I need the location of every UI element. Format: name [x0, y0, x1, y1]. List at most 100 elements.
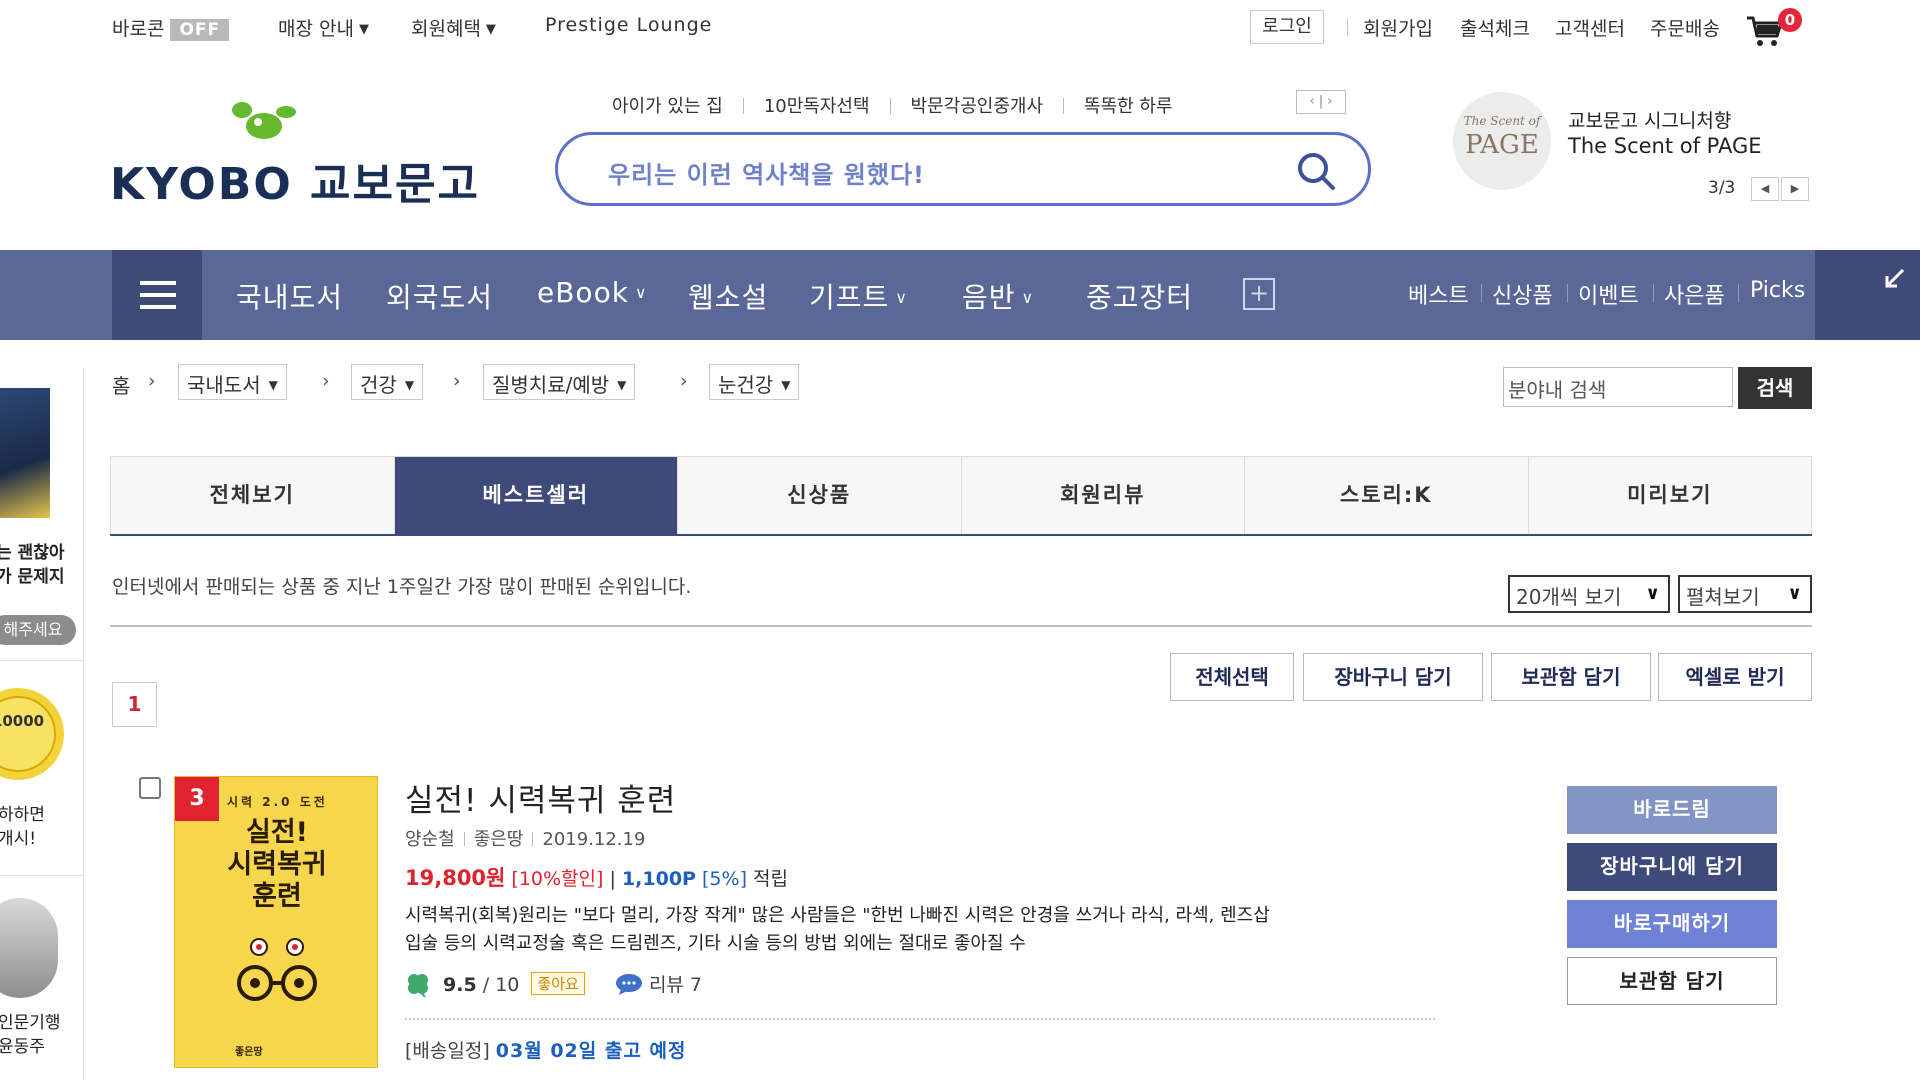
add-to-cart-bulk-button[interactable]: 장바구니 담기	[1303, 653, 1483, 701]
product-title[interactable]: 실전! 시력복귀 훈련	[405, 775, 676, 820]
buy-now-button[interactable]: 바로구매하기	[1567, 900, 1777, 948]
chevron-down-icon: ∨	[1787, 583, 1802, 604]
nav-gift[interactable]: 기프트 ∨	[809, 276, 908, 316]
select-all-button[interactable]: 전체선택	[1170, 653, 1294, 701]
baronkon-label: 바로콘	[112, 18, 165, 40]
divider	[1063, 98, 1065, 114]
main-search-box[interactable]: 우리는 이런 역사책을 원했다!	[555, 132, 1371, 206]
shipping-info: [배송일정] 03월 02일 출고 예정	[405, 1036, 686, 1063]
product-author[interactable]: 양순철	[405, 829, 455, 850]
tab-story-k[interactable]: 스토리:K	[1245, 457, 1529, 534]
product-checkbox[interactable]	[139, 777, 161, 799]
book-cover-image[interactable]: 3 시력 2.0 도전 실전! 시력복귀 훈련 좋은땅	[174, 776, 378, 1068]
nav-web-novel[interactable]: 웹소설	[688, 276, 768, 316]
breadcrumb-home[interactable]: 홈	[112, 370, 130, 399]
category-search-input[interactable]: 분야내 검색	[1503, 367, 1733, 407]
product-price-row: 19,800원 [10%할인] | 1,100P [5%] 적립	[405, 862, 788, 892]
chevron-right-icon: ›	[453, 370, 461, 392]
per-page-select[interactable]: 20개씩 보기 ∨	[1508, 575, 1670, 613]
signup-link[interactable]: 회원가입	[1363, 14, 1433, 41]
nav-ebook[interactable]: eBook ∨	[537, 276, 648, 309]
review-count-link[interactable]: 리뷰 7	[649, 974, 702, 996]
product-publisher[interactable]: 좋은땅	[474, 829, 524, 850]
chevron-left-icon[interactable]: ‹	[1309, 94, 1314, 109]
sidebar-book-image[interactable]	[0, 388, 50, 518]
cart-button[interactable]: 0	[1745, 8, 1805, 48]
chevron-right-icon: ›	[680, 370, 688, 392]
keyword-pager[interactable]: ‹ | ›	[1296, 90, 1346, 114]
prestige-lounge-link[interactable]: Prestige Lounge	[545, 14, 712, 36]
promo-title[interactable]: 교보문고 시그니처향	[1568, 106, 1731, 133]
customer-center-link[interactable]: 고객센터	[1555, 14, 1625, 41]
export-excel-button[interactable]: 엑셀로 받기	[1658, 653, 1812, 701]
nav-event[interactable]: 이벤트	[1578, 278, 1639, 310]
nav-new[interactable]: 신상품	[1492, 278, 1553, 310]
promo-next-button[interactable]: ▶	[1781, 177, 1809, 201]
nav-collapse-button[interactable]	[1815, 250, 1920, 340]
tab-new[interactable]: 신상품	[678, 457, 962, 534]
divider	[0, 660, 83, 661]
breadcrumb-select-health[interactable]: 건강 ▼	[351, 364, 424, 400]
login-button[interactable]: 로그인	[1250, 10, 1324, 44]
search-input[interactable]: 우리는 이런 역사책을 원했다!	[608, 155, 925, 190]
keyword-link[interactable]: 똑똑한 하루	[1084, 92, 1173, 118]
plus-icon[interactable]: +	[1243, 278, 1275, 310]
keyword-link[interactable]: 박문각공인중개사	[911, 92, 1043, 118]
logo-text: KYOBO 교보문고	[110, 159, 480, 210]
nav-foreign-books[interactable]: 외국도서	[386, 276, 493, 316]
page-number-button[interactable]: 1	[112, 682, 157, 727]
product-price: 19,800원	[405, 866, 506, 890]
tab-bestseller[interactable]: 베스트셀러	[394, 457, 678, 534]
listing-description: 인터넷에서 판매되는 상품 중 지난 1주일간 가장 많이 판매된 순위입니다.	[112, 576, 692, 598]
nav-music[interactable]: 음반 ∨	[962, 276, 1034, 316]
nav-best[interactable]: 베스트	[1408, 278, 1469, 310]
save-to-wishlist-button[interactable]: 보관함 담기	[1567, 957, 1777, 1005]
baronkon-off-badge: OFF	[170, 19, 230, 41]
order-delivery-link[interactable]: 주문배송	[1650, 14, 1720, 41]
nav-picks[interactable]: Picks	[1750, 278, 1805, 303]
price-separator: |	[609, 868, 616, 890]
nav-used-market[interactable]: 중고장터	[1086, 276, 1193, 316]
promo-logo[interactable]: The Scent of PAGE	[1453, 92, 1551, 190]
hamburger-menu-button[interactable]	[112, 250, 202, 340]
tab-preview[interactable]: 미리보기	[1528, 457, 1812, 534]
view-mode-select[interactable]: 펼쳐보기 ∨	[1678, 575, 1812, 613]
chevron-down-icon: ∨	[1021, 288, 1035, 307]
promo-page-indicator: 3/3	[1708, 178, 1736, 198]
product-rating-row: 9.5 / 10 좋아요 리뷰 7	[405, 970, 702, 1002]
search-icon[interactable]	[1296, 151, 1336, 191]
sidebar-portrait-image[interactable]	[0, 898, 58, 998]
nav-domestic-books[interactable]: 국내도서	[236, 276, 343, 316]
tab-member-review[interactable]: 회원리뷰	[961, 457, 1245, 534]
promo-prev-button[interactable]: ◀	[1751, 177, 1779, 201]
clover-icon	[408, 974, 428, 997]
nav-gifts[interactable]: 사은품	[1664, 278, 1725, 310]
store-info-menu[interactable]: 매장 안내 ▼	[278, 14, 369, 41]
member-benefit-menu[interactable]: 회원혜택 ▼	[411, 14, 496, 41]
baronkon-toggle[interactable]: 바로콘 OFF	[112, 14, 230, 41]
divider	[1347, 18, 1348, 36]
baro-pickup-button[interactable]: 바로드림	[1567, 786, 1777, 834]
add-to-cart-button[interactable]: 장바구니에 담기	[1567, 843, 1777, 891]
chevron-down-icon: ∨	[1645, 583, 1660, 604]
product-description-line: 시력복귀(회복)원리는 "보다 멀리, 가장 작게" 많은 사람들은 "한번 나…	[405, 905, 1270, 926]
product-description-line: 입술 등의 시력교정술 혹은 드림렌즈, 기타 시술 등의 방법 외에는 절대로…	[405, 933, 1026, 954]
nav-ebook-label: eBook	[537, 276, 629, 309]
sidebar-pill-button[interactable]: 해주세요	[0, 615, 76, 645]
promo-subtitle[interactable]: The Scent of PAGE	[1568, 134, 1762, 158]
keyword-link[interactable]: 10만독자선택	[764, 92, 870, 118]
breadcrumb-select-eye-health[interactable]: 눈건강 ▼	[709, 364, 800, 400]
attendance-link[interactable]: 출석체크	[1460, 14, 1530, 41]
speech-bubble-icon	[615, 974, 642, 995]
category-search-button[interactable]: 검색	[1738, 367, 1812, 409]
caret-left-icon: ◀	[1760, 182, 1770, 195]
tab-all[interactable]: 전체보기	[110, 457, 395, 534]
kyobo-logo[interactable]: KYOBO 교보문고	[110, 100, 478, 210]
save-to-wishlist-bulk-button[interactable]: 보관함 담기	[1491, 653, 1651, 701]
chevron-down-icon: ▼	[358, 22, 369, 37]
cart-count-badge: 0	[1778, 8, 1802, 32]
breadcrumb-select-disease[interactable]: 질병치료/예방 ▼	[483, 364, 636, 400]
keyword-link[interactable]: 아이가 있는 집	[612, 92, 723, 118]
breadcrumb-select-domestic[interactable]: 국내도서 ▼	[178, 364, 287, 400]
chevron-right-icon[interactable]: ›	[1327, 94, 1332, 109]
